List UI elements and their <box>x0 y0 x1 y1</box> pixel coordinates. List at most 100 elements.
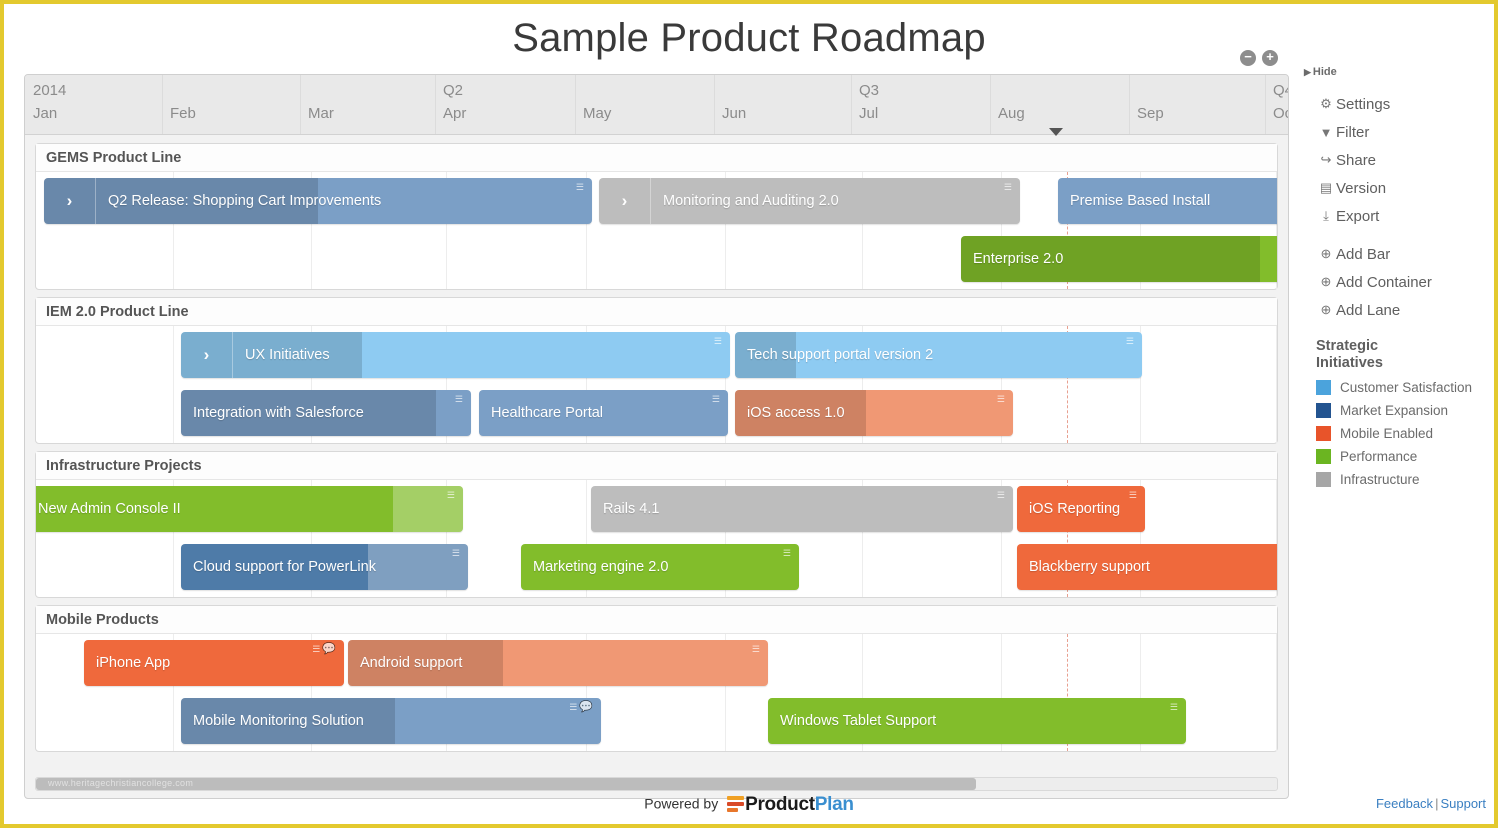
roadmap-bar[interactable]: Marketing engine 2.0 ☰ <box>521 544 799 590</box>
roadmap-bar[interactable]: Integration with Salesforce ☰ <box>181 390 471 436</box>
legend-item[interactable]: Infrastructure <box>1304 468 1494 491</box>
hide-sidebar-toggle[interactable]: ▶ Hide <box>1304 66 1494 78</box>
legend-label: Mobile Enabled <box>1340 426 1434 441</box>
roadmap-bar[interactable]: Premise Based Install <box>1058 178 1277 224</box>
link-separator: | <box>1435 796 1439 811</box>
expand-chevron-icon[interactable]: › <box>599 178 651 224</box>
comment-bubble-icon[interactable]: 💬 <box>579 701 593 713</box>
sidebar-item-settings[interactable]: ⚙ Settings <box>1304 90 1494 118</box>
lane-gridline <box>1276 634 1277 751</box>
roadmap-bar[interactable]: iOS access 1.0 ☰ <box>735 390 1013 436</box>
lane-title[interactable]: Infrastructure Projects <box>36 452 1277 480</box>
sidebar-item-share[interactable]: ↪ Share <box>1304 146 1494 174</box>
bar-label: Rails 4.1 <box>603 501 660 517</box>
sidebar-item-label: Version <box>1336 179 1387 197</box>
sidebar-item-add-bar[interactable]: ⊕ Add Bar <box>1304 240 1494 268</box>
bar-drag-handle-icon[interactable]: ☰ <box>1126 337 1134 346</box>
powered-by-label: Powered by <box>644 795 719 812</box>
roadmap-bar[interactable]: › Monitoring and Auditing 2.0 ☰ <box>599 178 1020 224</box>
roadmap-bar[interactable]: iOS Reporting ☰ <box>1017 486 1145 532</box>
bar-drag-handle-icon[interactable]: ☰ <box>714 337 722 346</box>
roadmap-bar[interactable]: Cloud support for PowerLink ☰ <box>181 544 468 590</box>
timeline-month-label: Apr <box>443 105 467 122</box>
roadmap-bar[interactable]: Tech support portal version 2 ☰ <box>735 332 1142 378</box>
lane-title[interactable]: IEM 2.0 Product Line <box>36 298 1277 326</box>
sidebar-item-add-lane[interactable]: ⊕ Add Lane <box>1304 296 1494 324</box>
roadmap-bar[interactable]: Blackberry support☰ <box>1017 544 1277 590</box>
sidebar-item-label: Add Bar <box>1336 245 1391 263</box>
legend-item[interactable]: Mobile Enabled <box>1304 422 1494 445</box>
roadmap-bar[interactable]: Windows Tablet Support ☰ <box>768 698 1186 744</box>
expand-chevron-icon[interactable]: › <box>181 332 233 378</box>
bar-drag-handle-icon[interactable]: ☰ <box>783 549 791 558</box>
lane-body[interactable]: › Q2 Release: Shopping Cart Improvements ☰… <box>36 172 1277 289</box>
roadmap-bar[interactable]: Enterprise 2.0 <box>961 236 1277 282</box>
lane-body[interactable]: iPhone App ☰ 💬 Android support ☰ Mobile Monit… <box>36 634 1277 751</box>
bar-drag-handle-icon[interactable]: ☰ 💬 <box>312 643 336 655</box>
roadmap-bar[interactable]: Healthcare Portal ☰ <box>479 390 728 436</box>
timeline-month-label: Sep <box>1137 105 1164 122</box>
bar-drag-handle-icon[interactable]: ☰ <box>576 183 584 192</box>
sidebar-item-label: Add Lane <box>1336 301 1401 319</box>
roadmap-bar[interactable]: New Admin Console II ☰ <box>36 486 463 532</box>
sidebar-item-export[interactable]: ⤓ Export <box>1304 202 1494 230</box>
legend-color-swatch <box>1316 403 1331 418</box>
bar-drag-handle-icon[interactable]: ☰ <box>1170 703 1178 712</box>
roadmap-bar[interactable]: iPhone App ☰ 💬 <box>84 640 344 686</box>
timeline-gridline <box>990 75 991 134</box>
bar-drag-handle-icon[interactable]: ☰ <box>452 549 460 558</box>
horizontal-scrollbar[interactable]: www.heritagechristiancollege.com <box>35 777 1278 791</box>
sidebar-actions: ⚙ Settings ▼ Filter ↪ Share ▤ Version ⤓ Export <box>1304 90 1494 230</box>
bar-drag-handle-icon[interactable]: ☰ <box>752 645 760 654</box>
legend-item[interactable]: Market Expansion <box>1304 399 1494 422</box>
bar-drag-handle-icon[interactable]: ☰ <box>455 395 463 404</box>
lane: IEM 2.0 Product Line › UX Initiatives ☰ Tech… <box>35 297 1278 444</box>
bar-label: Cloud support for PowerLink <box>193 559 376 575</box>
lane-title[interactable]: GEMS Product Line <box>36 144 1277 172</box>
roadmap-bar[interactable]: › UX Initiatives ☰ <box>181 332 730 378</box>
version-icon: ▤ <box>1319 180 1333 195</box>
sidebar-item-filter[interactable]: ▼ Filter <box>1304 118 1494 146</box>
bar-label: Marketing engine 2.0 <box>533 559 669 575</box>
legend-item[interactable]: Performance <box>1304 445 1494 468</box>
scrollbar-thumb[interactable]: www.heritagechristiancollege.com <box>36 778 976 790</box>
timeline-month-label: May <box>583 105 612 122</box>
legend-color-swatch <box>1316 426 1331 441</box>
bar-drag-handle-icon[interactable]: ☰ 💬 <box>569 701 593 713</box>
expand-chevron-icon[interactable]: › <box>44 178 96 224</box>
support-link[interactable]: Support <box>1440 796 1486 811</box>
lane-body[interactable]: New Admin Console II ☰ Rails 4.1 ☰ iOS Repor… <box>36 480 1277 597</box>
timeline-header[interactable]: 2014 Q2 Q3 Q4 Jan Feb Mar Apr May Jun Jul Aug Sep Oct <box>25 75 1288 136</box>
bar-drag-handle-icon[interactable]: ☰ <box>997 395 1005 404</box>
roadmap-bar[interactable]: › Q2 Release: Shopping Cart Improvements ☰ <box>44 178 592 224</box>
brand-dark: Product <box>745 794 815 815</box>
plus-circle-icon: ⊕ <box>1320 302 1332 317</box>
productplan-wordmark: ProductPlan <box>745 794 854 816</box>
timeline-month-label: Oct <box>1273 105 1288 122</box>
bar-drag-handle-icon[interactable]: ☰ <box>447 491 455 500</box>
sidebar-item-version[interactable]: ▤ Version <box>1304 174 1494 202</box>
lane-body[interactable]: › UX Initiatives ☰ Tech support portal vers… <box>36 326 1277 443</box>
roadmap-bar[interactable]: Mobile Monitoring Solution ☰ 💬 <box>181 698 601 744</box>
lane-title[interactable]: Mobile Products <box>36 606 1277 634</box>
legend-label: Market Expansion <box>1340 403 1449 418</box>
legend-label: Infrastructure <box>1340 472 1420 487</box>
sidebar-item-add-container[interactable]: ⊕ Add Container <box>1304 268 1494 296</box>
zoom-in-button[interactable]: + <box>1262 50 1278 66</box>
feedback-link[interactable]: Feedback <box>1376 796 1433 811</box>
roadmap-canvas[interactable]: 2014 Q2 Q3 Q4 Jan Feb Mar Apr May Jun Jul Aug Sep Oct… <box>24 74 1289 799</box>
roadmap-bar[interactable]: Android support ☰ <box>348 640 768 686</box>
productplan-bars-icon <box>727 796 745 814</box>
timeline-month-label: Jul <box>859 105 879 122</box>
timeline-month-label: Aug <box>998 105 1025 122</box>
bar-drag-handle-icon[interactable]: ☰ <box>997 491 1005 500</box>
timeline-gridline <box>851 75 852 134</box>
bar-drag-handle-icon[interactable]: ☰ <box>1004 183 1012 192</box>
comment-bubble-icon[interactable]: 💬 <box>322 643 336 655</box>
legend-item[interactable]: Customer Satisfaction <box>1304 376 1494 399</box>
bar-drag-handle-icon[interactable]: ☰ <box>712 395 720 404</box>
bar-drag-handle-icon[interactable]: ☰ <box>1129 491 1137 500</box>
bar-label: Integration with Salesforce <box>193 405 364 421</box>
zoom-out-button[interactable]: − <box>1240 50 1256 66</box>
roadmap-bar[interactable]: Rails 4.1 ☰ <box>591 486 1013 532</box>
